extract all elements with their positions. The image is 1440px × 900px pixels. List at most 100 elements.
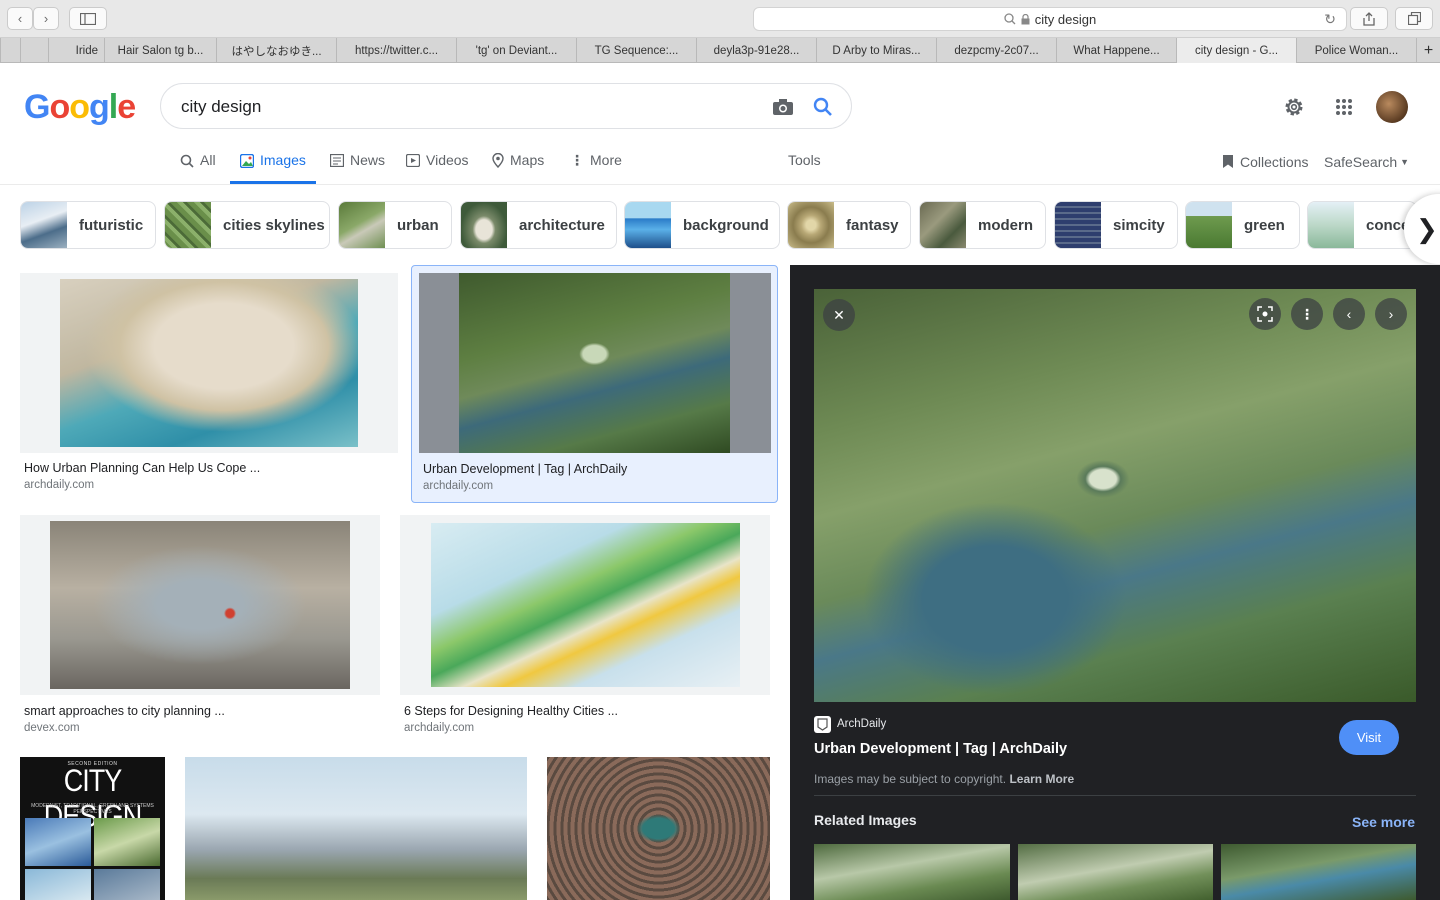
previous-button[interactable]: ‹ [1333, 298, 1365, 330]
chevron-right-icon: › [43, 11, 49, 26]
related-image[interactable] [814, 844, 1010, 900]
tab[interactable]: Iride [48, 38, 104, 63]
lens-icon [1257, 306, 1273, 322]
result-image [50, 521, 350, 689]
result-caption[interactable]: 6 Steps for Designing Healthy Cities ... [404, 704, 618, 718]
site-name[interactable]: ArchDaily [837, 718, 886, 730]
share-button[interactable] [1350, 7, 1388, 30]
preview-title[interactable]: Urban Development | Tag | ArchDaily [814, 741, 1067, 757]
chip-label: cities skylines [223, 216, 325, 234]
chevron-right-icon: ❯ [1416, 213, 1438, 244]
close-button[interactable]: ✕ [823, 299, 855, 331]
chip-cities-skylines[interactable]: cities skylines [164, 201, 330, 249]
archdaily-icon [817, 718, 828, 731]
result-caption[interactable]: smart approaches to city planning ... [24, 704, 225, 718]
image-result-selected[interactable]: Urban Development | Tag | ArchDaily arch… [411, 265, 778, 503]
chip-urban[interactable]: urban [338, 201, 452, 249]
chevron-left-icon: ‹ [17, 11, 23, 26]
tab[interactable]: dezpcmy-2c07... [936, 38, 1056, 63]
safesearch-label: SafeSearch [1324, 154, 1398, 170]
book-image [94, 818, 160, 866]
related-image[interactable] [1018, 844, 1213, 900]
result-source[interactable]: archdaily.com [423, 480, 493, 492]
result-source[interactable]: archdaily.com [24, 479, 94, 491]
related-image[interactable] [1221, 844, 1416, 900]
sidebar-toggle-button[interactable] [69, 7, 107, 30]
caret-down-icon: ▼ [1400, 157, 1410, 167]
chip-architecture[interactable]: architecture [460, 201, 617, 249]
chip-green[interactable]: green [1185, 201, 1300, 249]
tab-active[interactable]: city design - G... [1176, 38, 1296, 63]
tab[interactable]: D Arby to Miras... [816, 38, 936, 63]
tab[interactable]: TG Sequence:... [576, 38, 696, 63]
gear-icon[interactable] [1282, 95, 1306, 119]
reload-icon[interactable]: ↻ [1324, 11, 1336, 28]
tab-more[interactable]: ⋮ More [570, 152, 622, 184]
tab-images[interactable]: Images [230, 152, 316, 184]
result-source[interactable]: devex.com [24, 722, 80, 734]
chip-modern[interactable]: modern [919, 201, 1046, 249]
back-button[interactable]: ‹ [7, 7, 33, 30]
image-result-book[interactable]: SECOND EDITION CITY DESIGN MODERNIST, TR… [20, 757, 165, 900]
sidebar-icon [80, 12, 96, 25]
site-favicon [814, 716, 831, 733]
tab[interactable]: はやしなおゆき... [216, 38, 336, 63]
preview-image[interactable] [814, 289, 1416, 702]
tab[interactable]: 'tg' on Deviant... [456, 38, 576, 63]
address-text: city design [1034, 11, 1097, 27]
tabs-overview-button[interactable] [1395, 7, 1433, 30]
result-caption[interactable]: Urban Development | Tag | ArchDaily [423, 462, 627, 476]
related-heading: Related Images [814, 812, 917, 828]
visit-button[interactable]: Visit [1339, 720, 1399, 755]
news-icon [330, 154, 344, 167]
image-result[interactable]: How Urban Planning Can Help Us Cope ... … [20, 273, 398, 503]
tab-label: News [350, 152, 386, 168]
chip-thumbnail [1055, 202, 1101, 248]
search-icon[interactable] [811, 95, 835, 119]
tab-pinned[interactable] [20, 38, 48, 63]
tab[interactable]: What Happene... [1056, 38, 1176, 63]
search-icon [180, 154, 194, 168]
image-result[interactable] [547, 757, 770, 900]
tab-all[interactable]: All [180, 152, 216, 184]
address-bar[interactable]: city design ↻ [753, 7, 1347, 31]
next-button[interactable]: › [1375, 298, 1407, 330]
image-icon [240, 154, 254, 168]
image-result[interactable]: 6 Steps for Designing Healthy Cities ...… [400, 515, 770, 745]
new-tab-button[interactable]: + [1416, 38, 1440, 63]
image-result[interactable] [185, 757, 527, 900]
more-options-button[interactable]: ⋮ [1291, 298, 1323, 330]
learn-more-link[interactable]: Learn More [1009, 772, 1074, 786]
avatar[interactable] [1376, 91, 1408, 123]
search-input[interactable]: city design [181, 97, 261, 117]
google-logo[interactable]: Google [24, 88, 136, 127]
tab-videos[interactable]: Videos [406, 152, 469, 184]
chevron-right-icon: › [1388, 306, 1394, 322]
tab-pinned[interactable] [0, 38, 20, 63]
result-caption[interactable]: How Urban Planning Can Help Us Cope ... [24, 461, 260, 475]
see-more-link[interactable]: See more [1352, 814, 1415, 830]
chip-label: modern [978, 216, 1034, 234]
tab-maps[interactable]: Maps [492, 152, 544, 184]
lens-button[interactable] [1249, 298, 1281, 330]
result-source[interactable]: archdaily.com [404, 722, 474, 734]
tab-news[interactable]: News [330, 152, 385, 184]
chip-background[interactable]: background [624, 201, 780, 249]
chip-fantasy[interactable]: fantasy [787, 201, 911, 249]
safesearch-button[interactable]: SafeSearch ▼ [1324, 154, 1409, 186]
search-box[interactable]: city design [160, 83, 852, 129]
chip-concept[interactable]: conce [1307, 201, 1417, 249]
chip-futuristic[interactable]: futuristic [20, 201, 156, 249]
image-result[interactable]: smart approaches to city planning ... de… [20, 515, 380, 745]
collections-button[interactable]: Collections [1222, 154, 1308, 186]
forward-button[interactable]: › [33, 7, 59, 30]
tab[interactable]: https://twitter.c... [336, 38, 456, 63]
tools-button[interactable]: Tools [788, 152, 821, 184]
camera-icon[interactable] [771, 95, 795, 119]
tab[interactable]: Hair Salon tg b... [104, 38, 216, 63]
chip-simcity[interactable]: simcity [1054, 201, 1178, 249]
chip-thumbnail [339, 202, 385, 248]
tab[interactable]: deyla3p-91e28... [696, 38, 816, 63]
tab[interactable]: Police Woman... [1296, 38, 1416, 63]
apps-grid-icon[interactable] [1332, 95, 1356, 119]
